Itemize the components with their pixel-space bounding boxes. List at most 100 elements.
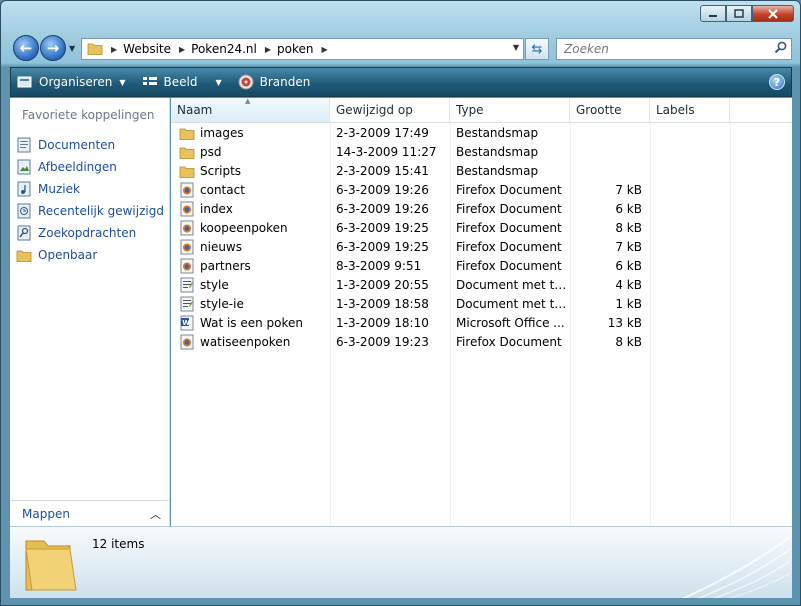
file-name-cell[interactable]: psd [171,145,330,159]
breadcrumb-poken24[interactable]: Poken24.nl [191,42,257,56]
command-bar: Organiseren ▼ Beeld ▼ Branden ? [10,67,792,97]
minimize-icon [709,14,717,17]
sidebar-item-public[interactable]: Openbaar [16,244,164,266]
file-size: 4 kB [615,277,642,292]
search-input[interactable] [562,41,762,57]
column-header-size[interactable]: Grootte [570,98,650,122]
firefox-document-icon [179,258,195,274]
documents-icon [16,137,32,153]
minimize-button[interactable] [700,5,726,22]
sidebar-item-label: Recentelijk gewijzigd [38,204,164,218]
file-rows: images 2-3-2009 17:49 Bestandsmap psd 14-3-2… [171,123,792,351]
file-name-cell[interactable]: contact [171,182,330,198]
sidebar-item-label: Zoekopdrachten [38,226,137,240]
close-button[interactable] [752,5,794,22]
column-header-label: Gewijzigd op [336,103,413,117]
back-button[interactable]: ← [13,35,39,61]
maximize-button[interactable] [726,5,752,22]
file-name-cell[interactable]: images [171,126,330,140]
address-dropdown-icon[interactable]: ▼ [513,43,519,52]
breadcrumb-poken[interactable]: poken [277,42,313,56]
column-header-name[interactable]: ▲ Naam [171,97,330,122]
file-name-cell[interactable]: style [171,277,330,293]
table-row[interactable]: partners 8-3-2009 9:51 Firefox Document 6 k… [171,256,792,275]
help-button[interactable]: ? [769,74,785,90]
file-name-cell[interactable]: Scripts [171,164,330,178]
folder-icon [179,145,195,159]
breadcrumb-website[interactable]: Website [123,42,171,56]
recent-pages-dropdown[interactable]: ▼ [69,44,75,53]
burn-button[interactable]: Branden [232,68,321,96]
file-name-cell[interactable]: style-ie [171,296,330,312]
music-icon [16,181,32,197]
file-name-cell[interactable]: koopeenpoken [171,220,330,236]
file-type: Firefox Document [456,220,562,235]
column-header-labels[interactable]: Labels [650,98,730,122]
folder-icon [87,41,103,58]
column-divider [570,123,571,526]
folders-toggle[interactable]: Mappen ︿ [10,500,169,526]
table-row[interactable]: psd 14-3-2009 11:27 Bestandsmap [171,142,792,161]
file-name: partners [200,258,251,273]
table-row[interactable]: nieuws 6-3-2009 19:25 Firefox Document 7 kB [171,237,792,256]
folders-label: Mappen [22,506,70,521]
file-type: Firefox Document [456,239,562,254]
column-header-date[interactable]: Gewijzigd op [330,98,450,122]
sidebar-item-label: Afbeeldingen [38,160,117,174]
table-row[interactable]: koopeenpoken 6-3-2009 19:25 Firefox Docume… [171,218,792,237]
breadcrumb: ▶ Website ▶ Poken24.nl ▶ poken ▶ [103,42,334,56]
sidebar-item-pictures[interactable]: Afbeeldingen [16,156,164,178]
file-size: 13 kB [607,315,642,330]
file-name: contact [200,182,245,197]
breadcrumb-arrow-icon[interactable]: ▶ [111,45,117,54]
organize-button[interactable]: Organiseren ▼ [11,68,136,96]
column-header-label: Labels [656,103,695,117]
table-row[interactable]: watiseenpoken 6-3-2009 19:23 Firefox Docum… [171,332,792,351]
breadcrumb-arrow-icon[interactable]: ▶ [265,45,271,54]
address-bar[interactable]: ▶ Website ▶ Poken24.nl ▶ poken ▶ ▼ [81,38,524,60]
decorative-swoosh [681,536,791,598]
details-pane: 12 items [10,526,792,598]
file-type: Bestandsmap [456,144,539,159]
sort-ascending-icon: ▲ [245,97,251,105]
file-date: 6-3-2009 19:26 [336,201,429,216]
file-name-cell[interactable]: W Wat is een poken [171,315,330,331]
refresh-button[interactable]: ⇆ [525,38,549,60]
text-document-icon [179,296,195,312]
file-date: 6-3-2009 19:23 [336,334,429,349]
file-date: 1-3-2009 20:55 [336,277,429,292]
navigation-buttons: ← → ▼ [13,35,75,61]
column-divider [330,123,331,526]
svg-text:W: W [182,318,190,326]
table-row[interactable]: Scripts 2-3-2009 15:41 Bestandsmap [171,161,792,180]
file-name-cell[interactable]: index [171,201,330,217]
file-date: 2-3-2009 17:49 [336,125,429,140]
search-icon[interactable] [774,41,787,58]
table-row[interactable]: style 1-3-2009 20:55 Document met tra... 4 … [171,275,792,294]
sidebar-item-label: Documenten [38,138,116,152]
file-size: 8 kB [615,334,642,349]
sidebar-item-music[interactable]: Muziek [16,178,164,200]
firefox-document-icon [179,239,195,255]
forward-button[interactable]: → [40,35,66,61]
item-count: 12 items [92,537,145,551]
file-name-cell[interactable]: watiseenpoken [171,334,330,350]
table-row[interactable]: contact 6-3-2009 19:26 Firefox Document 7 k… [171,180,792,199]
file-name-cell[interactable]: nieuws [171,239,330,255]
file-name-cell[interactable]: partners [171,258,330,274]
sidebar-item-searches[interactable]: Zoekopdrachten [16,222,164,244]
sidebar-item-recent[interactable]: Recentelijk gewijzigd [16,200,164,222]
column-header-type[interactable]: Type [450,98,570,122]
breadcrumb-arrow-icon[interactable]: ▶ [321,45,327,54]
column-header-label: Type [456,103,484,117]
view-button[interactable]: Beeld ▼ [136,68,232,96]
table-row[interactable]: index 6-3-2009 19:26 Firefox Document 6 kB [171,199,792,218]
caption-buttons [700,5,794,22]
sidebar-item-documents[interactable]: Documenten [16,134,164,156]
table-row[interactable]: style-ie 1-3-2009 18:58 Document met tra..… [171,294,792,313]
breadcrumb-arrow-icon[interactable]: ▶ [179,45,185,54]
firefox-document-icon [179,334,195,350]
file-date: 6-3-2009 19:25 [336,239,429,254]
table-row[interactable]: W Wat is een poken 1-3-2009 18:10 Microsoft… [171,313,792,332]
table-row[interactable]: images 2-3-2009 17:49 Bestandsmap [171,123,792,142]
